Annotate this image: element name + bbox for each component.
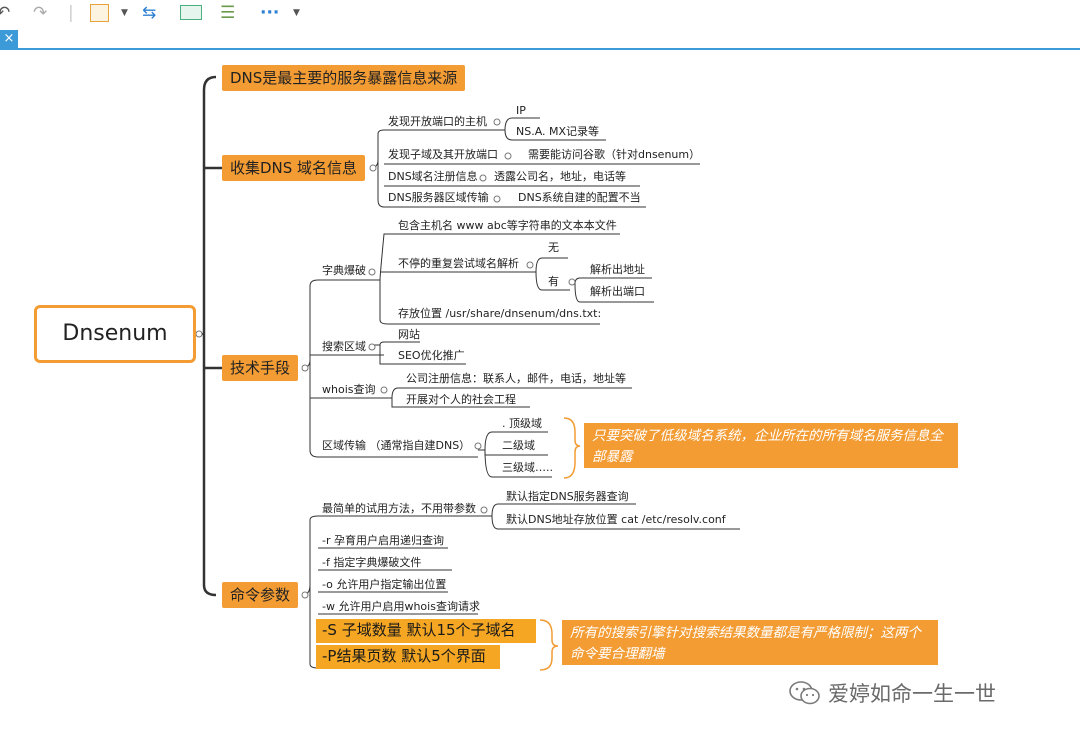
topic-default-dns-server[interactable]: 默认指定DNS服务器查询 — [506, 490, 629, 504]
topic-dict-location[interactable]: 存放位置 /usr/share/dnsenum/dns.txt: — [398, 307, 601, 321]
flag-w[interactable]: -w 允许用户启用whois查询请求 — [322, 600, 480, 614]
topic-yes[interactable]: 有 — [548, 275, 559, 289]
topic-zone-transfer[interactable]: DNS服务器区域传输 — [388, 191, 489, 205]
note-search-limit[interactable]: 所有的搜索引擎针对搜索结果数量都是有严格限制；这两个命令要合理翻墙 — [562, 620, 938, 665]
flag-r[interactable]: -r 孕育用户启用递归查询 — [322, 534, 444, 548]
topic-resolv-conf[interactable]: 默认DNS地址存放位置 cat /etc/resolv.conf — [506, 513, 726, 527]
topic-simple-usage[interactable]: 最简单的试用方法，不用带参数 — [322, 502, 476, 516]
topic-ip[interactable]: IP — [516, 104, 526, 118]
topic-hostname-file[interactable]: 包含主机名 www abc等字符串的文本本文件 — [398, 219, 617, 233]
topic-google-access[interactable]: 需要能访问谷歌（针对dnsenum） — [528, 148, 700, 162]
topic-second-level[interactable]: 二级域 — [502, 439, 535, 453]
branch-dns-source[interactable]: DNS是最主要的服务暴露信息来源 — [222, 65, 466, 91]
topic-search-area[interactable]: 搜索区域 — [322, 340, 366, 354]
topic-company-registration[interactable]: 公司注册信息：联系人，邮件，电话，地址等 — [406, 372, 626, 386]
topic-open-port-host[interactable]: 发现开放端口的主机 — [388, 115, 487, 129]
topic-repeat-resolve[interactable]: 不停的重复尝试域名解析 — [398, 257, 519, 271]
topic-ns-mx[interactable]: NS.A. MX记录等 — [516, 125, 599, 139]
topic-whois[interactable]: whois查询 — [322, 383, 376, 397]
topic-tld[interactable]: . 顶级域 — [502, 417, 542, 431]
topic-subdomain-ports[interactable]: 发现子域及其开放端口 — [388, 148, 498, 162]
branch-collect-dns[interactable]: 收集DNS 域名信息 — [222, 155, 366, 181]
wechat-icon — [789, 681, 820, 705]
note-zone-transfer[interactable]: 只要突破了低级域名系统，企业所在的所有域名服务信息全部暴露 — [584, 423, 958, 468]
topic-seo[interactable]: SEO优化推广 — [398, 349, 465, 363]
topic-social-engineering[interactable]: 开展对个人的社会工程 — [406, 393, 516, 407]
flag-o[interactable]: -o 允许用户指定输出位置 — [322, 578, 446, 592]
topic-resolve-port[interactable]: 解析出端口 — [590, 285, 645, 299]
topic-misconfig[interactable]: DNS系统自建的配置不当 — [518, 191, 641, 205]
watermark-text: 爱婷如命一生一世 — [828, 682, 996, 706]
branch-techniques[interactable]: 技术手段 — [222, 355, 299, 381]
flag-p-highlight[interactable]: -P结果页数 默认5个界面 — [316, 645, 500, 669]
topic-website[interactable]: 网站 — [398, 328, 420, 342]
topic-third-level[interactable]: 三级域….. — [502, 461, 553, 475]
topic-zone-transfer-self[interactable]: 区域传输 （通常指自建DNS） — [322, 439, 470, 453]
topic-dict-brute[interactable]: 字典爆破 — [322, 264, 366, 278]
topic-none[interactable]: 无 — [548, 241, 559, 255]
topic-domain-registration[interactable]: DNS域名注册信息 — [388, 170, 478, 184]
flag-s-highlight[interactable]: -S 子域数量 默认15个子域名 — [316, 619, 536, 643]
topic-resolve-address[interactable]: 解析出地址 — [590, 263, 645, 277]
topic-company-info[interactable]: 透露公司名，地址，电话等 — [494, 170, 626, 184]
flag-f[interactable]: -f 指定字典爆破文件 — [322, 556, 421, 570]
branch-command-params[interactable]: 命令参数 — [222, 582, 299, 608]
root-node[interactable]: Dnsenum — [34, 305, 196, 363]
